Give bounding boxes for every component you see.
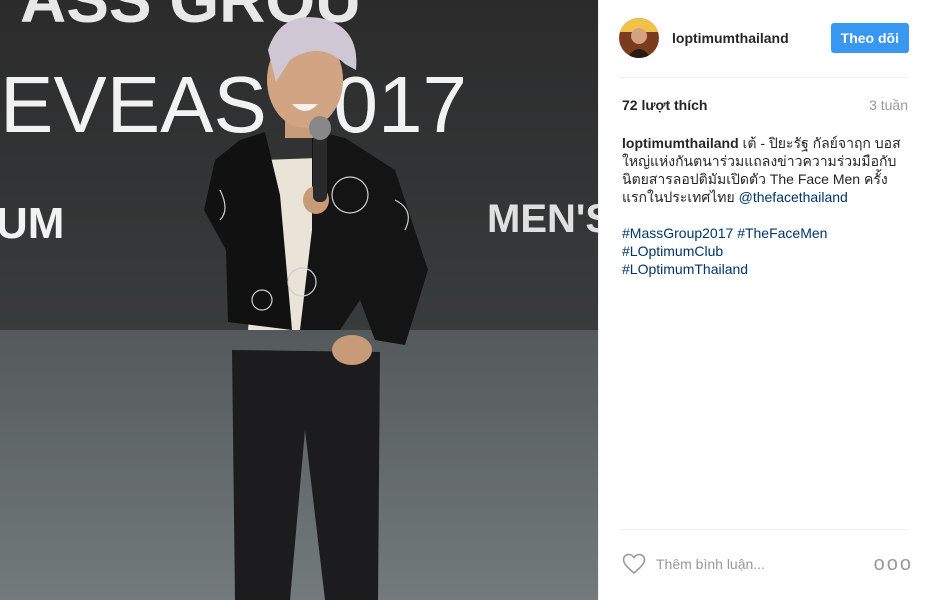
post-side-panel: loptimumthailand Theo dõi 72 lượt thích … [598,0,933,600]
backdrop-text-right: MEN'S FI [487,197,598,241]
comment-input[interactable]: Thêm bình luận... [656,556,874,572]
likes-row: 72 lượt thích 3 tuần [622,97,908,113]
post-header: loptimumthailand Theo dõi [619,14,909,62]
post-time[interactable]: 3 tuần [869,97,908,113]
comment-bar: Thêm bình luận... ooo [622,550,913,578]
post-photo-illustration: ASS GROU EVEAS 2017 UM MEN'S FI [0,0,598,600]
post-caption: loptimumthailand เต้ - ปิยะรัฐ กัลย์จาฤก… [622,134,912,206]
hashtag-link[interactable]: #LOptimumThailand [622,261,748,277]
username-link[interactable]: loptimumthailand [672,30,831,46]
hashtags: #MassGroup2017 #TheFaceMen #LOptimumClub… [622,224,912,278]
hashtag-link[interactable]: #LOptimumClub [622,243,723,259]
divider [619,529,908,530]
likes-count[interactable]: 72 lượt thích [622,97,707,113]
hashtag-link[interactable]: #TheFaceMen [737,225,827,241]
backdrop-text-main: EVEAS 2017 [0,60,467,149]
caption-username[interactable]: loptimumthailand [622,135,739,151]
caption-mention[interactable]: @thefacethailand [739,189,848,205]
more-options-icon[interactable]: ooo [874,554,913,574]
avatar-image [619,18,659,58]
divider [619,77,908,78]
avatar[interactable] [619,18,659,58]
backdrop-text-left: UM [0,199,64,248]
instagram-post-view: ASS GROU EVEAS 2017 UM MEN'S FI [0,0,933,600]
post-photo[interactable]: ASS GROU EVEAS 2017 UM MEN'S FI [0,0,598,600]
follow-button[interactable]: Theo dõi [830,23,909,53]
hashtag-link[interactable]: #MassGroup2017 [622,225,733,241]
heart-icon[interactable] [622,553,646,575]
